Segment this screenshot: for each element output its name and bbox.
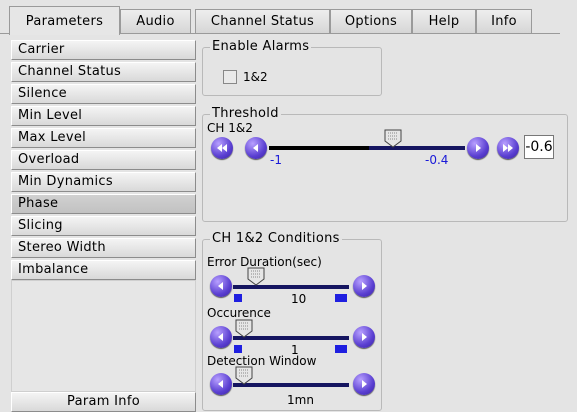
sidebar-item-channel-status[interactable]: Channel Status <box>11 62 196 82</box>
left-arrow-icon <box>218 333 223 341</box>
threshold-decrease-button[interactable] <box>245 137 267 159</box>
occurence-decrease-button[interactable] <box>210 326 232 348</box>
sidebar: Carrier Channel Status Silence Min Level… <box>11 40 196 412</box>
threshold-group: Threshold CH 1&2 -1 -0.4 -0.6 <box>202 106 568 222</box>
detection-window-value: 1mn <box>287 393 314 407</box>
detection-window-increase-button[interactable] <box>353 373 375 395</box>
sidebar-item-slicing[interactable]: Slicing <box>11 216 196 236</box>
tab-channel-status[interactable]: Channel Status <box>195 9 330 33</box>
right-arrow-icon <box>362 380 367 388</box>
sidebar-item-phase[interactable]: Phase <box>11 194 196 214</box>
occurence-min-tick <box>234 345 242 353</box>
threshold-track-fill <box>269 146 369 150</box>
sidebar-item-min-level[interactable]: Min Level <box>11 106 196 126</box>
detection-window-slider-thumb[interactable] <box>235 366 253 385</box>
tab-parameters[interactable]: Parameters <box>9 6 120 35</box>
enable-alarms-group: Enable Alarms 1&2 <box>202 39 382 96</box>
sidebar-empty-area <box>11 280 196 392</box>
conditions-group: CH 1&2 Conditions Error Duration(sec) 10… <box>202 231 382 411</box>
alarm-checkbox-label: 1&2 <box>243 70 268 84</box>
detection-window-label: Detection Window <box>207 354 317 368</box>
enable-alarms-title: Enable Alarms <box>210 39 312 54</box>
error-duration-min-tick <box>234 294 242 302</box>
tab-bar: Parameters Audio Channel Status Options … <box>0 0 577 35</box>
sidebar-item-overload[interactable]: Overload <box>11 150 196 170</box>
sidebar-item-carrier[interactable]: Carrier <box>11 40 196 60</box>
occurence-label: Occurence <box>207 306 271 320</box>
tab-options[interactable]: Options <box>330 9 412 33</box>
error-duration-increase-button[interactable] <box>353 275 375 297</box>
sidebar-item-imbalance[interactable]: Imbalance <box>11 260 196 280</box>
conditions-title: CH 1&2 Conditions <box>210 231 342 246</box>
right-arrow-icon <box>362 282 367 290</box>
occurence-max-tick <box>335 345 347 353</box>
threshold-fast-increase-button[interactable] <box>497 137 519 159</box>
sidebar-item-stereo-width[interactable]: Stereo Width <box>11 238 196 258</box>
error-duration-value: 10 <box>291 292 307 306</box>
threshold-fast-decrease-button[interactable] <box>211 137 233 159</box>
occurence-slider-thumb[interactable] <box>235 319 253 338</box>
threshold-title: Threshold <box>210 106 281 121</box>
threshold-slider-thumb[interactable] <box>384 129 402 148</box>
detection-window-decrease-button[interactable] <box>210 373 232 395</box>
left-arrow-icon <box>218 282 223 290</box>
left-arrow-icon <box>218 380 223 388</box>
occurence-increase-button[interactable] <box>353 326 375 348</box>
tab-audio[interactable]: Audio <box>120 9 191 33</box>
error-duration-decrease-button[interactable] <box>210 275 232 297</box>
threshold-min-label: -1 <box>270 153 282 167</box>
right-arrow-icon <box>476 144 481 152</box>
double-left-arrow-icon <box>217 144 227 152</box>
sidebar-item-min-dynamics[interactable]: Min Dynamics <box>11 172 196 192</box>
alarm-checkbox[interactable] <box>223 70 237 84</box>
error-duration-max-tick <box>335 294 347 302</box>
left-arrow-icon <box>253 144 258 152</box>
threshold-max-label: -0.4 <box>425 153 449 167</box>
tab-info[interactable]: Info <box>476 9 532 33</box>
right-arrow-icon <box>362 333 367 341</box>
sidebar-item-max-level[interactable]: Max Level <box>11 128 196 148</box>
sidebar-item-silence[interactable]: Silence <box>11 84 196 104</box>
error-duration-slider-thumb[interactable] <box>247 267 265 286</box>
threshold-increase-button[interactable] <box>467 137 489 159</box>
threshold-value-field[interactable]: -0.6 <box>524 135 554 159</box>
double-right-arrow-icon <box>503 144 513 152</box>
tab-help[interactable]: Help <box>412 9 476 33</box>
param-info-button[interactable]: Param Info <box>11 392 196 412</box>
threshold-channel-label: CH 1&2 <box>207 121 253 135</box>
